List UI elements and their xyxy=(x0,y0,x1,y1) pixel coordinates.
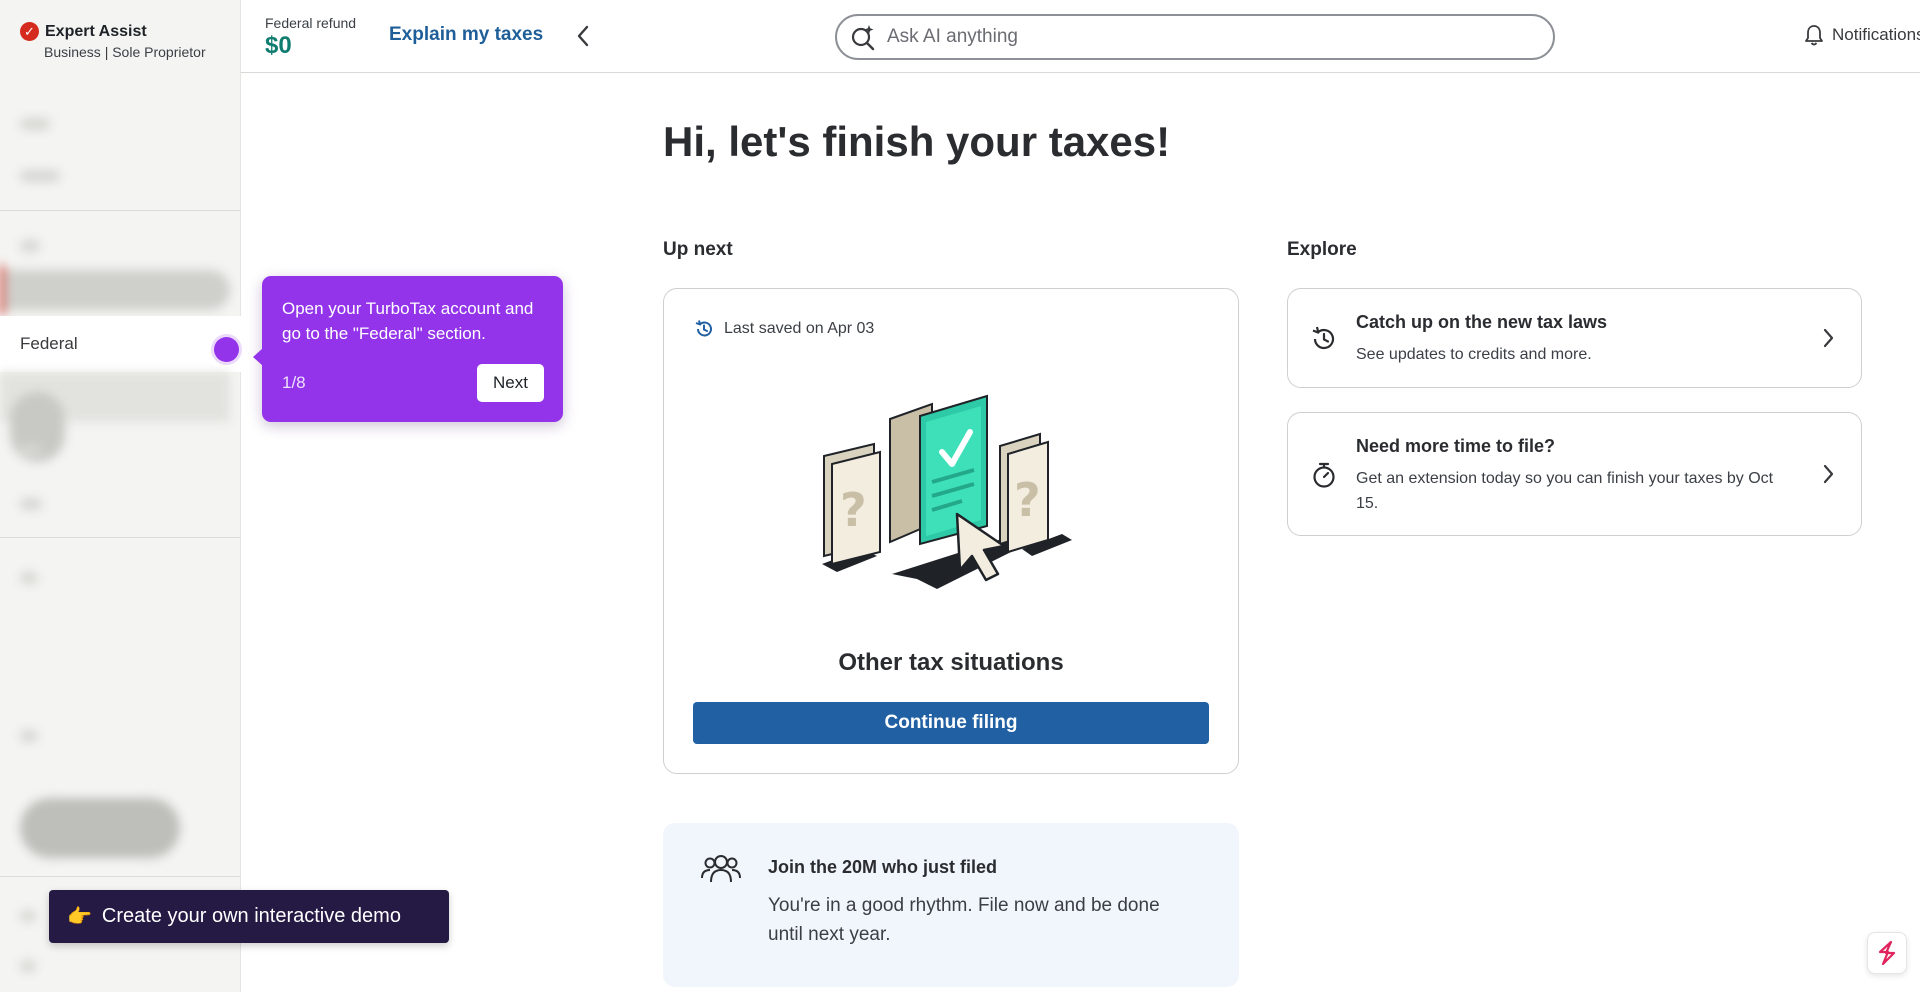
refund-label: Federal refund xyxy=(265,15,357,31)
history-icon xyxy=(1312,326,1335,350)
explore-card-title: Catch up on the new tax laws xyxy=(1356,312,1608,332)
tooltip-step-counter: 1/8 xyxy=(282,373,306,392)
join-body: You're in a good rhythm. File now and be… xyxy=(768,895,1160,945)
bell-icon xyxy=(1805,25,1823,46)
notifications-label: Notifications xyxy=(1832,25,1920,44)
demo-tool-logo-icon[interactable] xyxy=(1867,932,1907,974)
up-next-card: Last saved on Apr 03 ? ? Other tax situa… xyxy=(663,288,1239,774)
tour-hotspot[interactable] xyxy=(214,337,239,362)
svg-text:?: ? xyxy=(840,483,867,537)
sidebar-blurred-items-top xyxy=(0,100,241,315)
chevron-right-icon xyxy=(1823,328,1834,348)
brand-title: Expert Assist xyxy=(45,22,147,40)
last-saved-text: Last saved on Apr 03 xyxy=(724,320,875,337)
explore-card-title: Need more time to file? xyxy=(1356,436,1556,456)
explore-card-description: See updates to credits and more. xyxy=(1356,346,1592,363)
ai-search-icon xyxy=(851,25,875,51)
up-next-heading: Up next xyxy=(663,239,733,260)
sidebar-divider xyxy=(0,210,241,211)
tax-documents-illustration: ? ? xyxy=(822,394,1072,589)
sidebar-divider xyxy=(0,876,241,877)
join-title: Join the 20M who just filed xyxy=(768,857,998,877)
chevron-left-icon xyxy=(577,25,589,47)
ai-search-bar[interactable] xyxy=(835,14,1555,60)
explore-card-description: Get an extension today so you can finish… xyxy=(1356,470,1774,512)
brand-row: ✓ Expert Assist xyxy=(20,22,206,41)
create-demo-button[interactable]: 👉 Create your own interactive demo xyxy=(49,890,449,943)
tooltip-next-button[interactable]: Next xyxy=(477,364,544,402)
page-title: Hi, let's finish your taxes! xyxy=(663,118,1171,165)
collapse-button[interactable] xyxy=(571,22,595,50)
last-saved: Last saved on Apr 03 xyxy=(694,319,874,339)
checkmark-logo-icon: ✓ xyxy=(20,22,39,41)
tooltip-text: Open your TurboTax account and go to the… xyxy=(282,299,534,343)
brand: ✓ Expert Assist Business | Sole Propriet… xyxy=(20,22,206,60)
refund-amount: $0 xyxy=(265,32,292,59)
sidebar-blurred-items-bottom xyxy=(0,560,241,860)
tour-tooltip: Open your TurboTax account and go to the… xyxy=(253,276,563,422)
continue-filing-button[interactable]: Continue filing xyxy=(693,702,1209,744)
pointing-hand-icon: 👉 xyxy=(67,906,92,928)
chevron-right-icon xyxy=(1823,464,1834,484)
logo-mark xyxy=(1878,940,1896,966)
svg-text:?: ? xyxy=(1014,473,1041,527)
explore-heading: Explore xyxy=(1287,239,1357,260)
sidebar-divider xyxy=(0,537,241,538)
explore-card-extension[interactable]: Need more time to file? Get an extension… xyxy=(1287,412,1862,536)
top-header: Federal refund $0 Explain my taxes Notif… xyxy=(241,0,1920,73)
federal-refund: Federal refund $0 xyxy=(265,15,356,60)
sidebar-item-federal[interactable]: Federal ⌄ xyxy=(0,316,241,372)
join-card: Join the 20M who just filed You're in a … xyxy=(663,823,1239,987)
create-demo-label: Create your own interactive demo xyxy=(101,905,401,927)
sidebar-item-label: Federal xyxy=(20,334,78,353)
app-window: ✓ Expert Assist Business | Sole Propriet… xyxy=(0,0,1920,992)
history-icon xyxy=(695,320,712,337)
explore-card-tax-laws[interactable]: Catch up on the new tax laws See updates… xyxy=(1287,288,1862,388)
situation-title: Other tax situations xyxy=(838,649,1064,676)
brand-subtitle: Business | Sole Proprietor xyxy=(44,44,206,60)
sidebar: ✓ Expert Assist Business | Sole Propriet… xyxy=(0,0,241,992)
sidebar-blurred-items-mid xyxy=(0,372,241,542)
search-input[interactable] xyxy=(887,26,1487,48)
explain-taxes-link[interactable]: Explain my taxes xyxy=(389,24,543,46)
notifications-button[interactable]: Notifications xyxy=(1804,24,1920,46)
people-group-icon xyxy=(701,855,741,883)
stopwatch-icon xyxy=(1313,462,1335,488)
